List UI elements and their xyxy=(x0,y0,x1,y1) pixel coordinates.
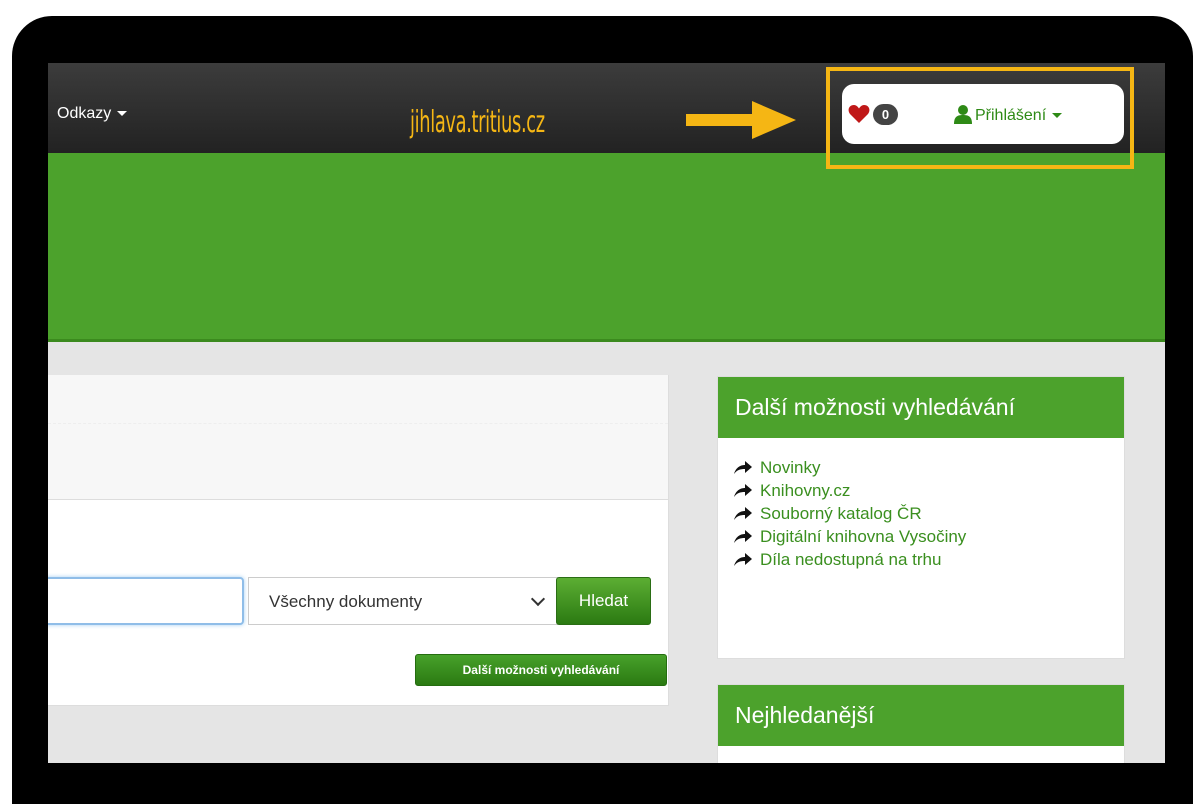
share-arrow-icon xyxy=(734,460,753,475)
link-novinky[interactable]: Novinky xyxy=(734,456,1124,479)
dashed-divider xyxy=(48,423,668,424)
user-icon xyxy=(954,105,972,124)
more-search-links: Novinky Knihovny.cz Souborný katalog ČR … xyxy=(718,438,1124,571)
green-banner xyxy=(48,153,1165,339)
link-label: Knihovny.cz xyxy=(760,480,851,500)
login-dropdown[interactable]: Přihlášení xyxy=(975,107,1063,125)
chevron-down-icon xyxy=(530,591,546,607)
share-arrow-icon xyxy=(734,483,753,498)
document-type-select[interactable]: Všechny dokumenty xyxy=(248,577,558,625)
pointer-arrow-icon xyxy=(686,101,796,139)
share-arrow-icon xyxy=(734,506,753,521)
link-dila-nedostupna[interactable]: Díla nedostupná na trhu xyxy=(734,548,1124,571)
search-input[interactable] xyxy=(48,577,244,625)
banner-divider xyxy=(48,339,1165,342)
most-searched-panel-title: Nejhledanější xyxy=(718,685,1124,746)
share-arrow-icon xyxy=(734,529,753,544)
caret-down-icon xyxy=(117,111,128,117)
link-label: Souborný katalog ČR xyxy=(760,503,922,523)
link-label: Novinky xyxy=(760,457,821,477)
more-search-panel-title: Další možnosti vyhledávání xyxy=(718,377,1124,438)
more-search-options-button[interactable]: Další možnosti vyhledávání xyxy=(415,654,667,686)
search-card: Všechny dokumenty Hledat Další možnosti … xyxy=(48,375,669,706)
login-label: Přihlášení xyxy=(975,107,1047,124)
links-dropdown-label: Odkazy xyxy=(57,105,112,122)
link-knihovny[interactable]: Knihovny.cz xyxy=(734,479,1124,502)
heart-icon[interactable] xyxy=(848,104,870,124)
link-label: Díla nedostupná na trhu xyxy=(760,549,942,569)
search-button[interactable]: Hledat xyxy=(556,577,651,625)
links-dropdown[interactable]: Odkazy xyxy=(57,105,128,123)
caret-down-icon xyxy=(1052,113,1063,119)
favorites-count-badge[interactable]: 0 xyxy=(873,104,898,125)
domain-annotation: jihlava.tritius.cz xyxy=(410,105,545,140)
link-label: Digitální knihovna Vysočiny xyxy=(760,526,967,546)
most-searched-panel: Nejhledanější xyxy=(717,684,1125,763)
search-card-header xyxy=(48,375,668,500)
link-digitalni-knihovna[interactable]: Digitální knihovna Vysočiny xyxy=(734,525,1124,548)
share-arrow-icon xyxy=(734,552,753,567)
link-souborny-katalog[interactable]: Souborný katalog ČR xyxy=(734,502,1124,525)
more-search-panel: Další možnosti vyhledávání Novinky Kniho… xyxy=(717,376,1125,659)
document-type-value: Všechny dokumenty xyxy=(269,592,423,611)
